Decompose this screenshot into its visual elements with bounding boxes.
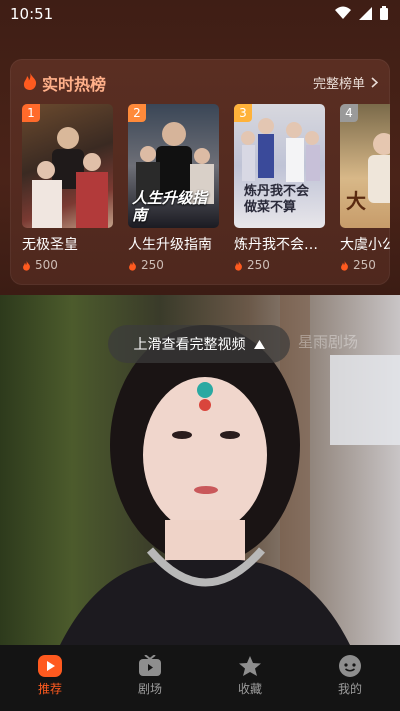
watermark-text: 星雨剧场 <box>298 333 359 351</box>
heat-count: 500 <box>22 258 113 272</box>
flame-icon <box>23 72 37 90</box>
status-time: 10:51 <box>10 5 54 23</box>
tab-label: 剧场 <box>137 682 162 696</box>
profile-face-icon <box>339 655 361 677</box>
drama-title: 大虞小公 <box>340 237 390 253</box>
flame-icon <box>129 259 136 271</box>
heat-value: 250 <box>247 258 270 272</box>
status-icons <box>335 6 388 20</box>
rank-badge: 4 <box>340 104 358 122</box>
heat-value: 250 <box>141 258 164 272</box>
tab-label: 推荐 <box>37 682 62 696</box>
drama-poster[interactable]: 大 4 <box>340 104 390 228</box>
heat-count: 250 <box>128 258 219 272</box>
chevron-right-icon <box>371 77 378 88</box>
svg-text:大: 大 <box>346 189 366 213</box>
poster-title-art: 人生升级指南 <box>132 189 208 224</box>
full-rank-link[interactable]: 完整榜单 <box>313 73 378 92</box>
hot-rank-title: 实时热榜 <box>42 75 107 94</box>
tv-icon <box>139 655 161 676</box>
swipe-up-hint-label: 上滑查看完整视频 <box>133 337 246 353</box>
tab-theater[interactable]: 剧场 <box>100 645 200 711</box>
heat-count: 250 <box>234 258 325 272</box>
flame-icon <box>235 259 242 271</box>
hot-rank-card: 实时热榜 完整榜单 1 无极圣皇 500 人生升级指南 2 人生升级指南 250… <box>10 59 390 285</box>
hot-rank-list: 1 无极圣皇 500 人生升级指南 2 人生升级指南 250 炼丹我不会做菜不算… <box>22 104 390 272</box>
wifi-icon <box>335 6 351 19</box>
swipe-up-hint[interactable]: 上滑查看完整视频 <box>108 325 290 363</box>
tab-label: 我的 <box>337 682 362 696</box>
hot-rank-item[interactable]: 大 4 大虞小公 250 <box>340 104 390 272</box>
heat-count: 250 <box>340 258 390 272</box>
drama-poster[interactable]: 1 <box>22 104 113 228</box>
hot-rank-item[interactable]: 炼丹我不会做菜不算 3 炼丹我不会… 250 <box>234 104 325 272</box>
hot-rank-item[interactable]: 1 无极圣皇 500 <box>22 104 113 272</box>
rank-badge: 3 <box>234 104 252 122</box>
poster-title-art: 炼丹我不会做菜不算 <box>244 184 310 215</box>
poster-art <box>32 127 108 228</box>
drama-title: 人生升级指南 <box>128 237 212 253</box>
star-icon <box>239 656 261 676</box>
video-player[interactable]: 上滑查看完整视频 星雨剧场 <box>0 295 400 645</box>
tab-mine[interactable]: 我的 <box>300 645 400 711</box>
play-icon <box>38 655 62 677</box>
cellular-signal-icon <box>359 6 372 20</box>
poster-art: 大 <box>346 133 390 213</box>
drama-poster[interactable]: 人生升级指南 2 <box>128 104 219 228</box>
full-rank-label: 完整榜单 <box>312 77 365 92</box>
tab-label: 收藏 <box>237 682 262 696</box>
heat-value: 250 <box>353 258 376 272</box>
battery-icon <box>380 6 388 20</box>
rank-badge: 1 <box>22 104 40 122</box>
tab-recommend[interactable]: 推荐 <box>0 645 100 711</box>
heat-value: 500 <box>35 258 58 272</box>
drama-poster[interactable]: 炼丹我不会做菜不算 3 <box>234 104 325 228</box>
status-bar: 10:51 <box>0 0 400 28</box>
flame-icon <box>341 259 348 271</box>
drama-title: 炼丹我不会… <box>234 237 318 253</box>
hot-rank-item[interactable]: 人生升级指南 2 人生升级指南 250 <box>128 104 219 272</box>
flame-icon <box>23 259 30 271</box>
drama-title: 无极圣皇 <box>22 237 78 253</box>
triangle-up-icon <box>253 339 265 349</box>
bottom-tab-bar: 推荐 剧场 收藏 我的 <box>0 645 400 711</box>
rank-badge: 2 <box>128 104 146 122</box>
tab-favorites[interactable]: 收藏 <box>200 645 300 711</box>
hot-rank-header: 实时热榜 完整榜单 <box>10 59 390 103</box>
